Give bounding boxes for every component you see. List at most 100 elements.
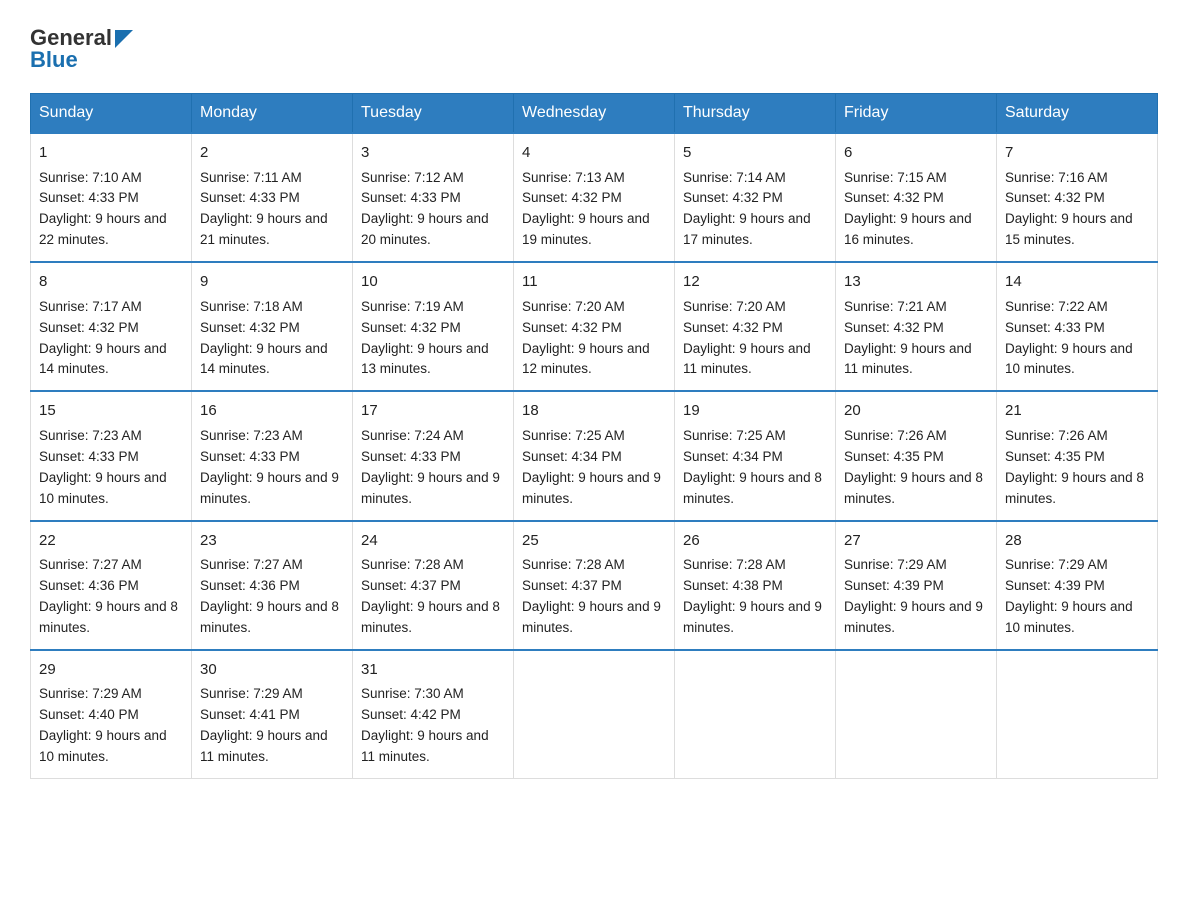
calendar-cell: 12 Sunrise: 7:20 AMSunset: 4:32 PMDayligh… <box>675 262 836 391</box>
day-info: Sunrise: 7:23 AMSunset: 4:33 PMDaylight:… <box>39 426 183 510</box>
day-number: 3 <box>361 142 505 165</box>
calendar-week-row: 1 Sunrise: 7:10 AMSunset: 4:33 PMDaylight… <box>31 133 1158 262</box>
calendar-cell: 8 Sunrise: 7:17 AMSunset: 4:32 PMDaylight… <box>31 262 192 391</box>
calendar-cell: 18Sunrise: 7:25 AMSunset: 4:34 PMDayligh… <box>514 391 675 520</box>
calendar-week-row: 8 Sunrise: 7:17 AMSunset: 4:32 PMDaylight… <box>31 262 1158 391</box>
page-header: General Blue <box>30 20 1158 73</box>
day-info: Sunrise: 7:29 AMSunset: 4:39 PMDaylight:… <box>844 555 988 639</box>
logo-arrow-icon <box>115 30 133 48</box>
logo: General Blue <box>30 20 133 73</box>
day-number: 4 <box>522 142 666 165</box>
day-number: 25 <box>522 530 666 553</box>
day-info: Sunrise: 7:28 AMSunset: 4:37 PMDaylight:… <box>361 555 505 639</box>
weekday-header-thursday: Thursday <box>675 94 836 134</box>
day-info: Sunrise: 7:30 AMSunset: 4:42 PMDaylight:… <box>361 684 505 768</box>
calendar-cell: 22Sunrise: 7:27 AMSunset: 4:36 PMDayligh… <box>31 521 192 650</box>
day-number: 1 <box>39 142 183 165</box>
day-number: 29 <box>39 659 183 682</box>
weekday-header-tuesday: Tuesday <box>353 94 514 134</box>
calendar-cell: 24Sunrise: 7:28 AMSunset: 4:37 PMDayligh… <box>353 521 514 650</box>
calendar-cell: 29Sunrise: 7:29 AMSunset: 4:40 PMDayligh… <box>31 650 192 779</box>
weekday-header-friday: Friday <box>836 94 997 134</box>
day-info: Sunrise: 7:28 AMSunset: 4:37 PMDaylight:… <box>522 555 666 639</box>
day-number: 10 <box>361 271 505 294</box>
day-number: 16 <box>200 400 344 423</box>
day-info: Sunrise: 7:12 AMSunset: 4:33 PMDaylight:… <box>361 168 505 252</box>
calendar-cell: 10 Sunrise: 7:19 AMSunset: 4:32 PMDayligh… <box>353 262 514 391</box>
calendar-cell: 11Sunrise: 7:20 AMSunset: 4:32 PMDayligh… <box>514 262 675 391</box>
day-info: Sunrise: 7:29 AMSunset: 4:41 PMDaylight:… <box>200 684 344 768</box>
day-info: Sunrise: 7:14 AMSunset: 4:32 PMDaylight:… <box>683 168 827 252</box>
day-number: 19 <box>683 400 827 423</box>
calendar-cell <box>836 650 997 779</box>
calendar-cell: 21 Sunrise: 7:26 AMSunset: 4:35 PMDayligh… <box>997 391 1158 520</box>
day-info: Sunrise: 7:19 AMSunset: 4:32 PMDaylight:… <box>361 297 505 381</box>
calendar-cell <box>997 650 1158 779</box>
calendar-cell: 17Sunrise: 7:24 AMSunset: 4:33 PMDayligh… <box>353 391 514 520</box>
calendar-cell: 16 Sunrise: 7:23 AMSunset: 4:33 PMDayligh… <box>192 391 353 520</box>
day-info: Sunrise: 7:28 AMSunset: 4:38 PMDaylight:… <box>683 555 827 639</box>
day-number: 22 <box>39 530 183 553</box>
day-info: Sunrise: 7:29 AMSunset: 4:39 PMDaylight:… <box>1005 555 1149 639</box>
day-number: 14 <box>1005 271 1149 294</box>
weekday-header-row: SundayMondayTuesdayWednesdayThursdayFrid… <box>31 94 1158 134</box>
calendar-week-row: 22Sunrise: 7:27 AMSunset: 4:36 PMDayligh… <box>31 521 1158 650</box>
day-info: Sunrise: 7:29 AMSunset: 4:40 PMDaylight:… <box>39 684 183 768</box>
day-number: 11 <box>522 271 666 294</box>
day-info: Sunrise: 7:25 AMSunset: 4:34 PMDaylight:… <box>683 426 827 510</box>
calendar-cell: 3 Sunrise: 7:12 AMSunset: 4:33 PMDaylight… <box>353 133 514 262</box>
calendar-cell: 26Sunrise: 7:28 AMSunset: 4:38 PMDayligh… <box>675 521 836 650</box>
weekday-header-monday: Monday <box>192 94 353 134</box>
calendar-cell: 19 Sunrise: 7:25 AMSunset: 4:34 PMDayligh… <box>675 391 836 520</box>
day-number: 31 <box>361 659 505 682</box>
day-info: Sunrise: 7:20 AMSunset: 4:32 PMDaylight:… <box>683 297 827 381</box>
day-info: Sunrise: 7:15 AMSunset: 4:32 PMDaylight:… <box>844 168 988 252</box>
logo-subtitle: Blue <box>30 47 78 73</box>
day-info: Sunrise: 7:22 AMSunset: 4:33 PMDaylight:… <box>1005 297 1149 381</box>
day-number: 27 <box>844 530 988 553</box>
calendar-cell: 15 Sunrise: 7:23 AMSunset: 4:33 PMDayligh… <box>31 391 192 520</box>
calendar-cell: 9 Sunrise: 7:18 AMSunset: 4:32 PMDaylight… <box>192 262 353 391</box>
day-number: 26 <box>683 530 827 553</box>
day-number: 5 <box>683 142 827 165</box>
day-number: 21 <box>1005 400 1149 423</box>
weekday-header-saturday: Saturday <box>997 94 1158 134</box>
calendar-cell <box>514 650 675 779</box>
day-info: Sunrise: 7:10 AMSunset: 4:33 PMDaylight:… <box>39 168 183 252</box>
day-info: Sunrise: 7:26 AMSunset: 4:35 PMDaylight:… <box>1005 426 1149 510</box>
day-number: 9 <box>200 271 344 294</box>
day-number: 13 <box>844 271 988 294</box>
day-number: 30 <box>200 659 344 682</box>
day-number: 28 <box>1005 530 1149 553</box>
day-info: Sunrise: 7:26 AMSunset: 4:35 PMDaylight:… <box>844 426 988 510</box>
calendar-cell: 14 Sunrise: 7:22 AMSunset: 4:33 PMDayligh… <box>997 262 1158 391</box>
day-number: 12 <box>683 271 827 294</box>
calendar-cell: 20 Sunrise: 7:26 AMSunset: 4:35 PMDayligh… <box>836 391 997 520</box>
day-info: Sunrise: 7:24 AMSunset: 4:33 PMDaylight:… <box>361 426 505 510</box>
day-info: Sunrise: 7:17 AMSunset: 4:32 PMDaylight:… <box>39 297 183 381</box>
day-number: 15 <box>39 400 183 423</box>
calendar-week-row: 15 Sunrise: 7:23 AMSunset: 4:33 PMDayligh… <box>31 391 1158 520</box>
calendar-cell: 25Sunrise: 7:28 AMSunset: 4:37 PMDayligh… <box>514 521 675 650</box>
day-number: 24 <box>361 530 505 553</box>
day-number: 6 <box>844 142 988 165</box>
weekday-header-sunday: Sunday <box>31 94 192 134</box>
day-number: 7 <box>1005 142 1149 165</box>
day-info: Sunrise: 7:11 AMSunset: 4:33 PMDaylight:… <box>200 168 344 252</box>
day-number: 8 <box>39 271 183 294</box>
day-info: Sunrise: 7:25 AMSunset: 4:34 PMDaylight:… <box>522 426 666 510</box>
calendar-week-row: 29Sunrise: 7:29 AMSunset: 4:40 PMDayligh… <box>31 650 1158 779</box>
calendar-cell <box>675 650 836 779</box>
calendar-cell: 31Sunrise: 7:30 AMSunset: 4:42 PMDayligh… <box>353 650 514 779</box>
calendar-cell: 28Sunrise: 7:29 AMSunset: 4:39 PMDayligh… <box>997 521 1158 650</box>
calendar-cell: 2Sunrise: 7:11 AMSunset: 4:33 PMDaylight… <box>192 133 353 262</box>
day-number: 20 <box>844 400 988 423</box>
calendar-cell: 30Sunrise: 7:29 AMSunset: 4:41 PMDayligh… <box>192 650 353 779</box>
day-info: Sunrise: 7:23 AMSunset: 4:33 PMDaylight:… <box>200 426 344 510</box>
calendar-cell: 7Sunrise: 7:16 AMSunset: 4:32 PMDaylight… <box>997 133 1158 262</box>
day-info: Sunrise: 7:21 AMSunset: 4:32 PMDaylight:… <box>844 297 988 381</box>
day-info: Sunrise: 7:18 AMSunset: 4:32 PMDaylight:… <box>200 297 344 381</box>
day-info: Sunrise: 7:27 AMSunset: 4:36 PMDaylight:… <box>39 555 183 639</box>
calendar-cell: 27Sunrise: 7:29 AMSunset: 4:39 PMDayligh… <box>836 521 997 650</box>
calendar-cell: 23Sunrise: 7:27 AMSunset: 4:36 PMDayligh… <box>192 521 353 650</box>
